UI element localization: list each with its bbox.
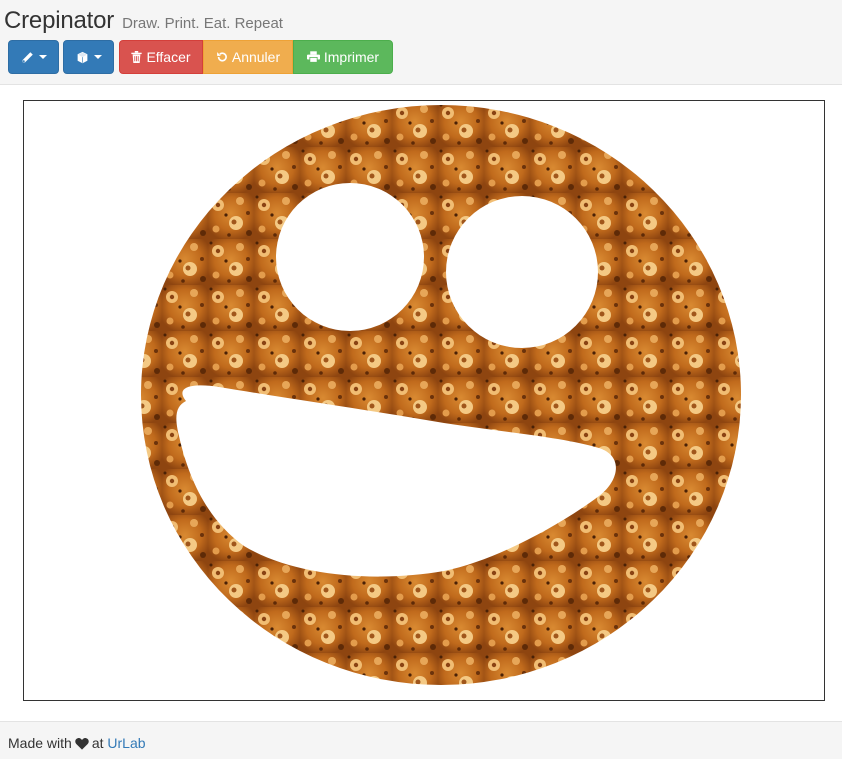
chevron-down-icon [93, 55, 102, 59]
drawing-canvas[interactable] [23, 100, 825, 701]
trash-icon [131, 51, 143, 63]
undo-button[interactable]: Annuler [203, 40, 293, 74]
footer-middle: at [91, 735, 104, 751]
undo-button-label: Annuler [231, 49, 281, 65]
header: Crepinator Draw. Print. Eat. Repeat Effa… [0, 0, 842, 85]
footer-prefix: Made with [8, 735, 72, 751]
print-button-label: Imprimer [323, 49, 380, 65]
undo-icon [216, 51, 228, 63]
clear-button-label: Effacer [146, 49, 191, 65]
pancake-drawing [141, 105, 741, 685]
title-row: Crepinator Draw. Print. Eat. Repeat [4, 7, 283, 35]
chevron-down-icon [38, 55, 47, 59]
print-button[interactable]: Imprimer [293, 40, 393, 74]
toolbar: Effacer Annuler Imprimer [8, 40, 393, 74]
urlab-link[interactable]: UrLab [107, 735, 145, 751]
footer-text: Made with at UrLab [8, 735, 146, 751]
pencil-icon [21, 51, 34, 64]
heart-icon [75, 737, 89, 750]
shape-dropdown-button[interactable] [63, 40, 114, 74]
clear-button[interactable]: Effacer [119, 40, 203, 74]
footer: Made with at UrLab [0, 721, 842, 759]
action-button-group: Effacer Annuler Imprimer [119, 40, 393, 74]
pancake-face [141, 105, 741, 685]
tagline: Draw. Print. Eat. Repeat [122, 15, 283, 32]
print-icon [306, 51, 320, 63]
app-title: Crepinator [4, 7, 115, 34]
pen-dropdown-button[interactable] [8, 40, 59, 74]
cube-icon [76, 51, 89, 64]
